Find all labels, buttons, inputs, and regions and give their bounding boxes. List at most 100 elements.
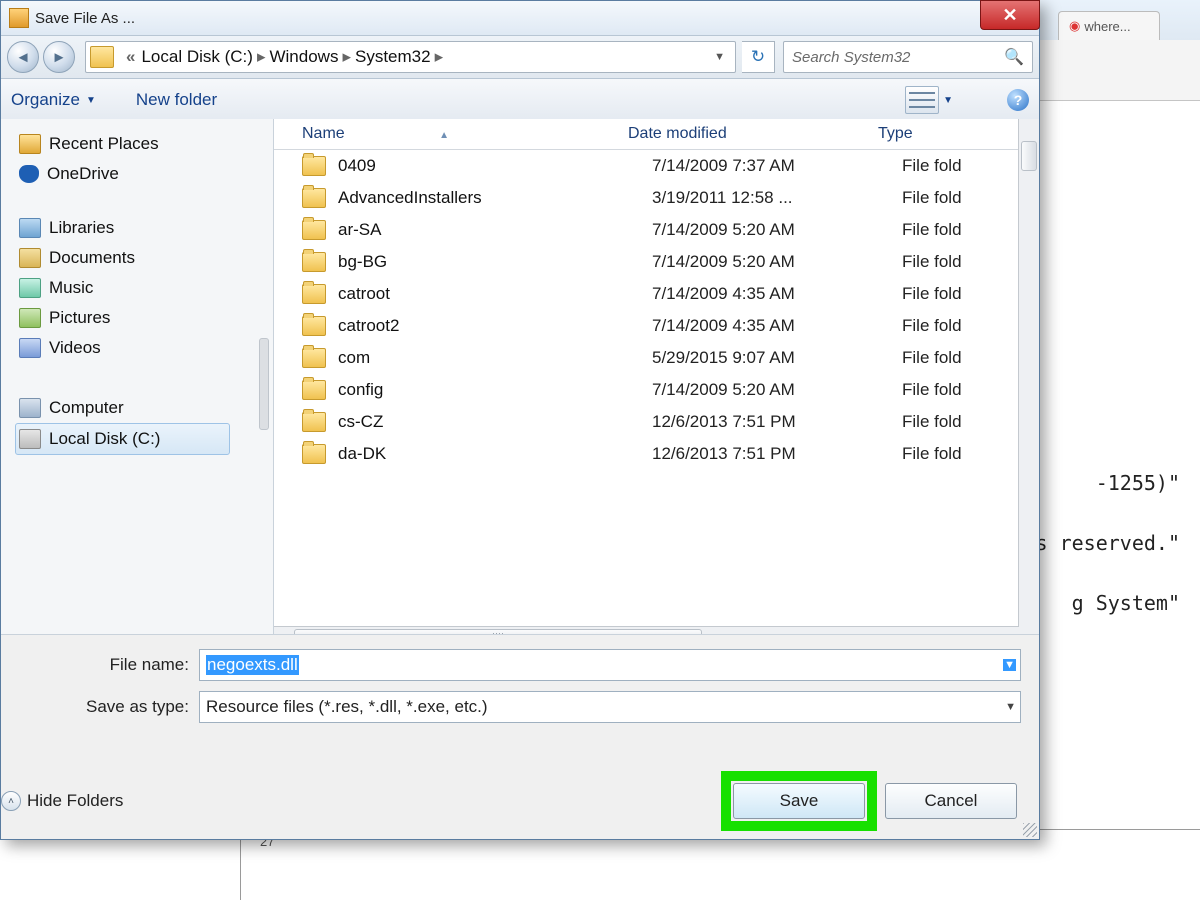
file-name: config [338,380,652,400]
col-type[interactable]: Type [878,125,1039,143]
sidebar-item-documents[interactable]: Documents [19,243,273,273]
new-folder-button[interactable]: New folder [136,90,217,110]
computer-icon [19,398,41,418]
resize-grip-icon[interactable] [1023,823,1037,837]
file-name: da-DK [338,444,652,464]
chevron-down-icon[interactable]: ▼ [1005,701,1016,713]
table-row[interactable]: cs-CZ12/6/2013 7:51 PMFile fold [302,406,1039,438]
col-date[interactable]: Date modified [628,125,878,143]
table-row[interactable]: ar-SA7/14/2009 5:20 AMFile fold [302,214,1039,246]
table-row[interactable]: 04097/14/2009 7:37 AMFile fold [302,150,1039,182]
file-name: AdvancedInstallers [338,188,652,208]
savetype-select[interactable]: Resource files (*.res, *.dll, *.exe, etc… [199,691,1021,723]
cancel-label: Cancel [925,791,978,811]
file-name: bg-BG [338,252,652,272]
folder-icon [302,412,326,432]
file-name: cs-CZ [338,412,652,432]
folder-icon [302,156,326,176]
sidebar-label: Videos [49,338,101,358]
chevron-down-icon[interactable]: ▼ [1003,659,1016,671]
sidebar-item-computer[interactable]: Computer [19,393,273,423]
sidebar-item-recent[interactable]: Recent Places [19,129,273,159]
table-row[interactable]: AdvancedInstallers3/19/2011 12:58 ...Fil… [302,182,1039,214]
file-date: 5/29/2015 9:07 AM [652,348,902,368]
file-date: 7/14/2009 7:37 AM [652,156,902,176]
folder-icon [302,284,326,304]
folder-icon [302,444,326,464]
crumb-part[interactable]: System32 [355,47,431,67]
pictures-icon [19,308,41,328]
toolbar: Organize ▼ New folder ▼ ? [1,79,1039,122]
file-date: 7/14/2009 5:20 AM [652,252,902,272]
bg-code-line: -1255)" [1096,471,1180,495]
back-button[interactable]: ◄ [7,41,39,73]
close-icon: ✕ [1002,5,1017,26]
chevron-right-icon: ▸ [342,47,351,67]
table-row[interactable]: catroot7/14/2009 4:35 AMFile fold [302,278,1039,310]
crumb-part[interactable]: Local Disk (C:) [141,47,252,67]
save-file-dialog: Save File As ... ✕ ◄ ► « Local Disk (C:)… [0,0,1040,840]
app-icon [9,8,29,28]
cancel-button[interactable]: Cancel [885,783,1017,819]
sidebar-label: OneDrive [47,164,119,184]
folder-icon [302,380,326,400]
recent-icon [19,134,41,154]
filename-value: negoexts.dll [206,655,299,675]
chevron-down-icon[interactable]: ▼ [943,95,953,106]
view-options-button[interactable] [905,86,939,114]
folder-icon [302,316,326,336]
main-area: Recent Places OneDrive Libraries Documen… [1,119,1039,649]
sidebar-item-localdisk[interactable]: Local Disk (C:) [15,423,230,455]
filename-input[interactable]: negoexts.dll ▼ [199,649,1021,681]
sidebar-item-videos[interactable]: Videos [19,333,273,363]
hide-folders-toggle[interactable]: ˄ Hide Folders [1,791,123,811]
sidebar-item-pictures[interactable]: Pictures [19,303,273,333]
table-row[interactable]: catroot27/14/2009 4:35 AMFile fold [302,310,1039,342]
table-row[interactable]: config7/14/2009 5:20 AMFile fold [302,374,1039,406]
bg-tab-browser[interactable]: ◉ where... [1058,11,1160,40]
sidebar-label: Libraries [49,218,114,238]
crumb-dropdown[interactable]: ▼ [708,51,731,63]
sidebar-label: Pictures [49,308,110,328]
table-row[interactable]: da-DK12/6/2013 7:51 PMFile fold [302,438,1039,470]
chevron-down-icon[interactable]: ▼ [86,95,96,106]
col-name[interactable]: Name [302,125,345,142]
savetype-label: Save as type: [19,697,199,717]
file-rows: 04097/14/2009 7:37 AMFile foldAdvancedIn… [274,150,1039,626]
filename-label: File name: [19,655,199,675]
vertical-scrollbar[interactable] [1018,119,1039,627]
sidebar-item-music[interactable]: Music [19,273,273,303]
sidebar-item-onedrive[interactable]: OneDrive [19,159,273,189]
sidebar-item-libraries[interactable]: Libraries [19,213,273,243]
close-button[interactable]: ✕ [980,0,1040,30]
nav-row: ◄ ► « Local Disk (C:) ▸ Windows ▸ System… [1,36,1039,79]
sidebar-scrollbar[interactable] [259,338,269,430]
scroll-thumb[interactable] [1021,141,1037,171]
crumb-part[interactable]: Windows [269,47,338,67]
file-list: Name ▲ Date modified Type 04097/14/2009 … [274,119,1039,649]
breadcrumb[interactable]: « Local Disk (C:) ▸ Windows ▸ System32 ▸… [85,41,736,73]
forward-button[interactable]: ► [43,41,75,73]
titlebar[interactable]: Save File As ... ✕ [1,1,1039,36]
table-row[interactable]: bg-BG7/14/2009 5:20 AMFile fold [302,246,1039,278]
disk-icon [19,429,41,449]
refresh-button[interactable]: ↻ [742,41,775,73]
table-row[interactable]: com5/29/2015 9:07 AMFile fold [302,342,1039,374]
arrow-left-icon: ◄ [16,49,31,66]
sidebar: Recent Places OneDrive Libraries Documen… [1,119,274,649]
organize-button[interactable]: Organize [11,90,80,110]
column-headers[interactable]: Name ▲ Date modified Type [274,119,1039,150]
file-date: 12/6/2013 7:51 PM [652,444,902,464]
chrome-icon: ◉ [1069,18,1080,34]
crumb-overflow[interactable]: « [126,47,135,67]
videos-icon [19,338,41,358]
save-button[interactable]: Save [733,783,865,819]
help-button[interactable]: ? [1007,89,1029,111]
search-input[interactable]: Search System32 🔍 [783,41,1033,73]
dialog-buttons: Save Cancel [733,783,1017,819]
folder-icon [90,46,114,68]
folder-icon [302,252,326,272]
music-icon [19,278,41,298]
file-name: catroot2 [338,316,652,336]
sort-indicator-icon: ▲ [439,130,449,141]
